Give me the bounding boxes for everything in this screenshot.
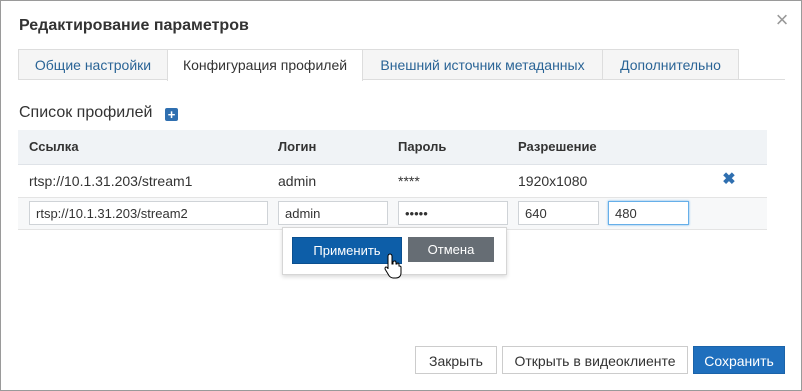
table-header: Ссылка Логин Пароль Разрешение xyxy=(18,130,767,165)
url-input[interactable] xyxy=(29,201,268,225)
header-resolution: Разрешение xyxy=(518,139,597,154)
edit-row xyxy=(18,198,767,230)
edit-parameters-dialog: Редактирование параметров × Общие настро… xyxy=(0,0,802,391)
row-login: admin xyxy=(278,173,317,189)
login-input[interactable] xyxy=(278,201,388,225)
row-resolution: 1920x1080 xyxy=(518,173,588,189)
open-in-client-button[interactable]: Открыть в видеоклиенте xyxy=(502,346,688,374)
row-password: **** xyxy=(398,173,420,189)
tab-advanced[interactable]: Дополнительно xyxy=(602,49,739,79)
table-row: rtsp://10.1.31.203/stream1 admin **** 19… xyxy=(18,165,767,198)
dialog-title: Редактирование параметров xyxy=(19,17,249,34)
header-login: Логин xyxy=(278,139,317,154)
tab-bar: Общие настройки Конфигурация профилей Вн… xyxy=(18,49,785,81)
close-button[interactable]: Закрыть xyxy=(415,346,497,374)
header-url: Ссылка xyxy=(29,139,79,154)
tab-metadata-source[interactable]: Внешний источник метаданных xyxy=(362,49,603,79)
profiles-section-title: Список профилей xyxy=(19,104,153,121)
height-input[interactable] xyxy=(608,201,689,225)
hand-cursor-icon xyxy=(384,253,402,279)
tab-profile-config[interactable]: Конфигурация профилей xyxy=(167,49,363,81)
password-input[interactable] xyxy=(398,201,508,225)
tab-general[interactable]: Общие настройки xyxy=(18,49,168,79)
cancel-button[interactable]: Отмена xyxy=(408,237,494,262)
close-icon[interactable]: × xyxy=(771,9,793,31)
header-password: Пароль xyxy=(398,139,447,154)
profiles-table: Ссылка Логин Пароль Разрешение rtsp://10… xyxy=(18,130,767,230)
save-button[interactable]: Сохранить xyxy=(693,346,785,374)
row-url: rtsp://10.1.31.203/stream1 xyxy=(29,173,193,189)
delete-row-icon[interactable]: ✖ xyxy=(722,172,736,188)
add-profile-icon[interactable]: + xyxy=(165,108,178,121)
width-input[interactable] xyxy=(518,201,599,225)
